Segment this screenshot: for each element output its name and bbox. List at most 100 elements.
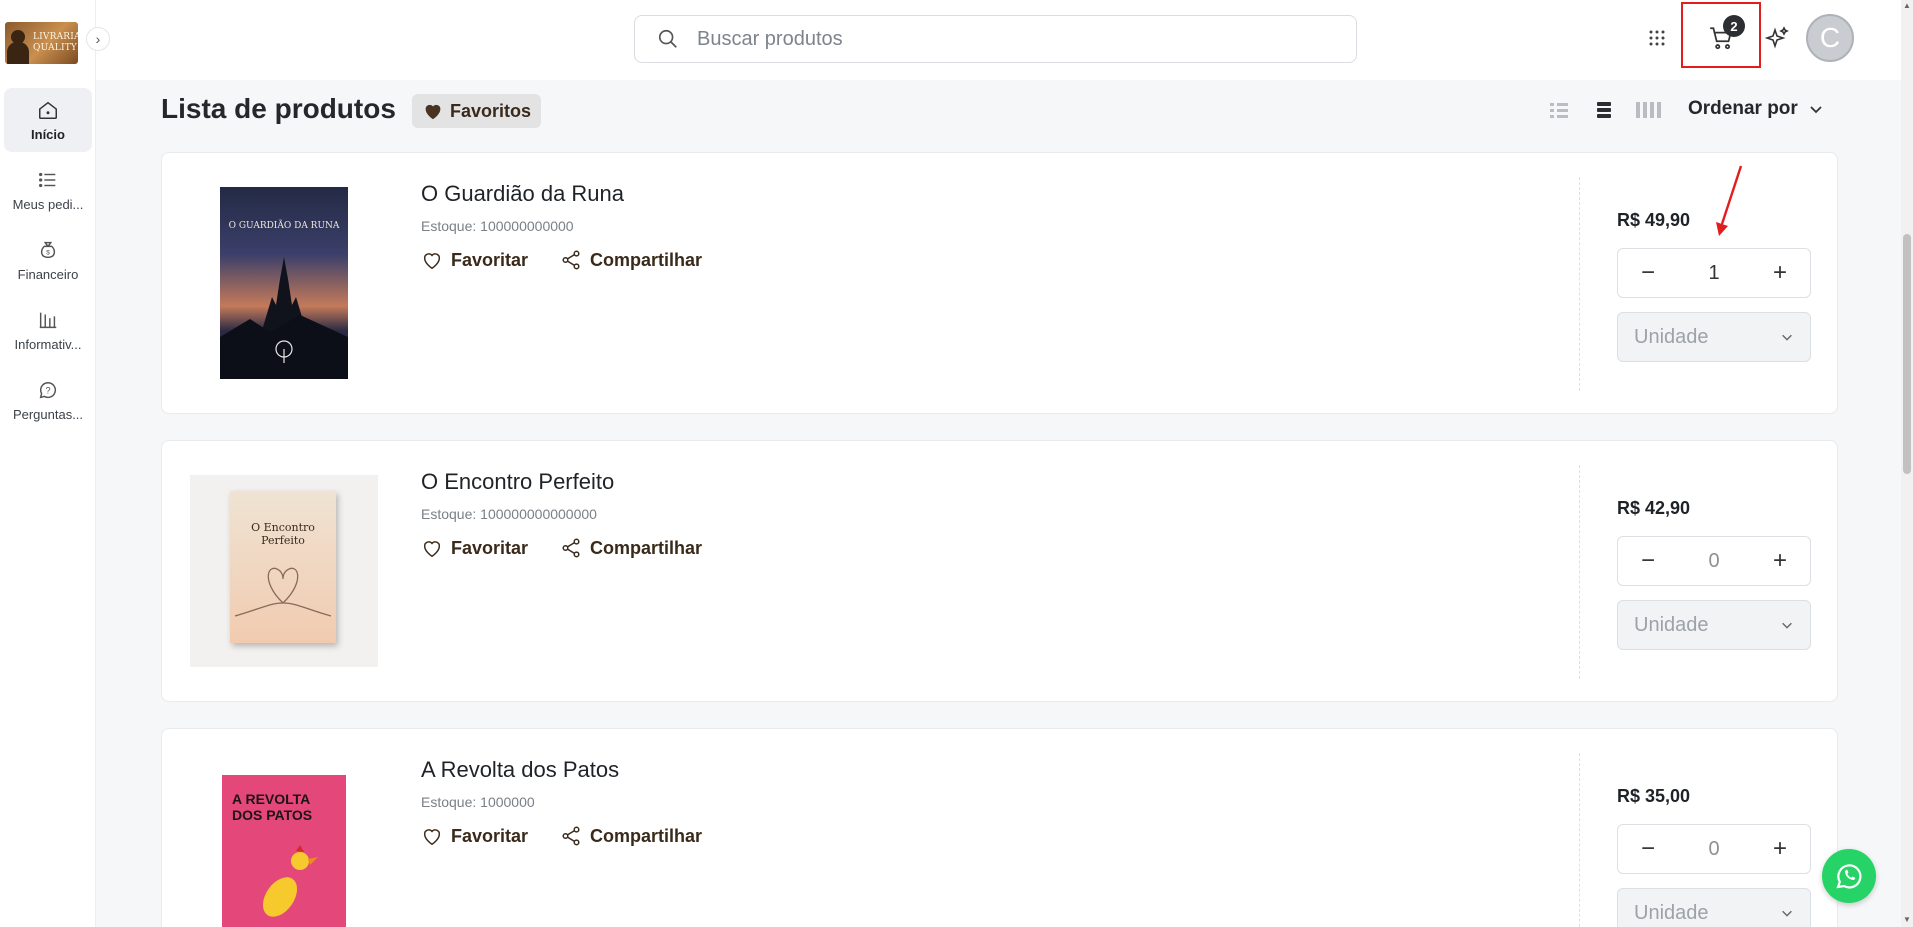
share-button[interactable]: Compartilhar [560,537,702,559]
decrement-button[interactable]: − [1638,837,1658,861]
list-icon [39,172,56,187]
share-icon [562,538,580,558]
svg-text:$: $ [46,249,50,256]
favorites-label: Favoritos [450,100,532,121]
sparkle-icon[interactable] [1765,26,1789,50]
product-price: R$ 42,90 [1617,498,1691,518]
brand-logo[interactable]: LIVRARIA QUALITY [5,22,78,64]
product-cover-image[interactable]: O Encontro Perfeito [190,475,378,667]
share-label: Compartilhar [590,825,703,846]
product-name[interactable]: O Encontro Perfeito [421,469,614,495]
whatsapp-button[interactable] [1822,849,1876,903]
chevron-down-icon [1782,334,1792,341]
cart-count-badge: 2 [1723,15,1745,37]
cart-button[interactable]: 2 [1681,2,1761,68]
share-icon [562,826,580,846]
page-title: Lista de produtos [161,93,396,124]
sidebar-item-label: Meus pedi... [12,196,84,212]
favorites-filter-chip[interactable]: Favoritos [412,94,542,128]
sidebar-item-meus-pedidos[interactable]: Meus pedi... [4,158,92,222]
increment-button[interactable]: + [1770,837,1790,861]
sidebar-item-label: Início [31,126,65,142]
increment-button[interactable]: + [1770,549,1790,573]
topbar [96,0,1913,80]
list-view-icon[interactable] [1549,100,1569,120]
search-input[interactable] [697,27,1297,51]
product-cover-image[interactable]: O GUARDIÃO DA RUNA [220,187,348,379]
sidebar-item-financeiro[interactable]: $ Financeiro [4,228,92,292]
product-actions: Favoritar Compartilhar [421,537,702,559]
quantity-stepper: − 1 + [1617,248,1811,298]
card-divider [1579,465,1580,679]
scroll-down-icon[interactable]: ▼ [1903,916,1911,924]
share-button[interactable]: Compartilhar [560,825,702,847]
row-view-icon[interactable] [1594,100,1614,120]
chevron-down-icon [1810,106,1822,114]
favorite-button[interactable]: Favoritar [421,249,528,271]
unit-select[interactable]: Unidade [1617,600,1811,650]
favorite-label: Favoritar [451,249,529,270]
home-icon [39,101,57,119]
favorite-button[interactable]: Favoritar [421,825,528,847]
sidebar-item-label: Financeiro [17,266,79,282]
heart-outline-icon [423,253,441,270]
sidebar-item-informativos[interactable]: Informativ... [4,298,92,362]
product-price: R$ 49,90 [1617,210,1691,230]
avatar-initial: C [1819,22,1841,53]
sort-dropdown[interactable]: Ordenar por [1688,98,1824,120]
product-card: O GUARDIÃO DA RUNA O Guardião da Runa Es… [161,152,1838,414]
money-bag-icon: $ [40,241,56,258]
sort-label: Ordenar por [1688,98,1798,119]
column-view-icon[interactable] [1635,100,1663,120]
product-stock: Estoque: 1000000 [421,794,535,810]
decrement-button[interactable]: − [1638,549,1658,573]
product-card: A REVOLTA DOS PATOS A Revolta dos Patos … [161,728,1838,927]
help-icon: ? [39,381,57,398]
product-name[interactable]: O Guardião da Runa [421,181,624,207]
share-label: Compartilhar [590,537,703,558]
share-button[interactable]: Compartilhar [560,249,702,271]
increment-button[interactable]: + [1770,261,1790,285]
sidebar-item-perguntas[interactable]: ? Perguntas... [4,368,92,432]
product-stock: Estoque: 100000000000 [421,218,574,234]
favorite-button[interactable]: Favoritar [421,537,528,559]
sidebar-item-inicio[interactable]: Início [4,88,92,152]
product-cover-image[interactable]: A REVOLTA DOS PATOS [222,775,346,927]
unit-select[interactable]: Unidade [1617,312,1811,362]
chevron-down-icon [1782,622,1792,629]
heart-filled-icon [425,104,441,120]
scroll-up-icon[interactable]: ▲ [1903,2,1911,10]
svg-text:?: ? [45,385,50,395]
sidebar: LIVRARIA QUALITY Início Meus pedi... $ Fi… [0,0,96,927]
product-stock: Estoque: 100000000000000 [421,506,597,522]
product-name[interactable]: A Revolta dos Patos [421,757,619,783]
heart-outline-icon [423,541,441,558]
apps-grid-icon[interactable] [1648,29,1666,47]
quantity-value[interactable]: 1 [1708,262,1719,285]
share-label: Compartilhar [590,249,703,270]
product-actions: Favoritar Compartilhar [421,249,702,271]
quantity-value[interactable]: 0 [1708,838,1719,861]
decrement-button[interactable]: − [1638,261,1658,285]
quantity-stepper: − 0 + [1617,536,1811,586]
favorite-label: Favoritar [451,537,529,558]
unit-select-value: Unidade [1634,325,1709,348]
user-avatar[interactable]: C [1806,14,1854,62]
unit-select[interactable]: Unidade [1617,888,1811,927]
product-actions: Favoritar Compartilhar [421,825,702,847]
search-box[interactable] [634,15,1357,63]
search-icon [658,29,677,48]
sidebar-item-label: Perguntas... [12,406,84,422]
sidebar-toggle-button[interactable]: › [86,27,110,51]
unit-select-value: Unidade [1634,613,1709,636]
page-scrollbar[interactable]: ▲ ▼ [1901,0,1913,927]
scrollbar-thumb[interactable] [1903,234,1911,474]
annotation-arrow-icon [1716,165,1743,236]
product-price: R$ 35,00 [1617,786,1691,806]
chevron-right-icon: › [95,31,101,47]
chevron-down-icon [1782,910,1792,917]
quantity-value[interactable]: 0 [1708,550,1719,573]
info-board-icon [39,312,57,328]
card-divider [1579,753,1580,927]
heart-outline-icon [423,829,441,846]
